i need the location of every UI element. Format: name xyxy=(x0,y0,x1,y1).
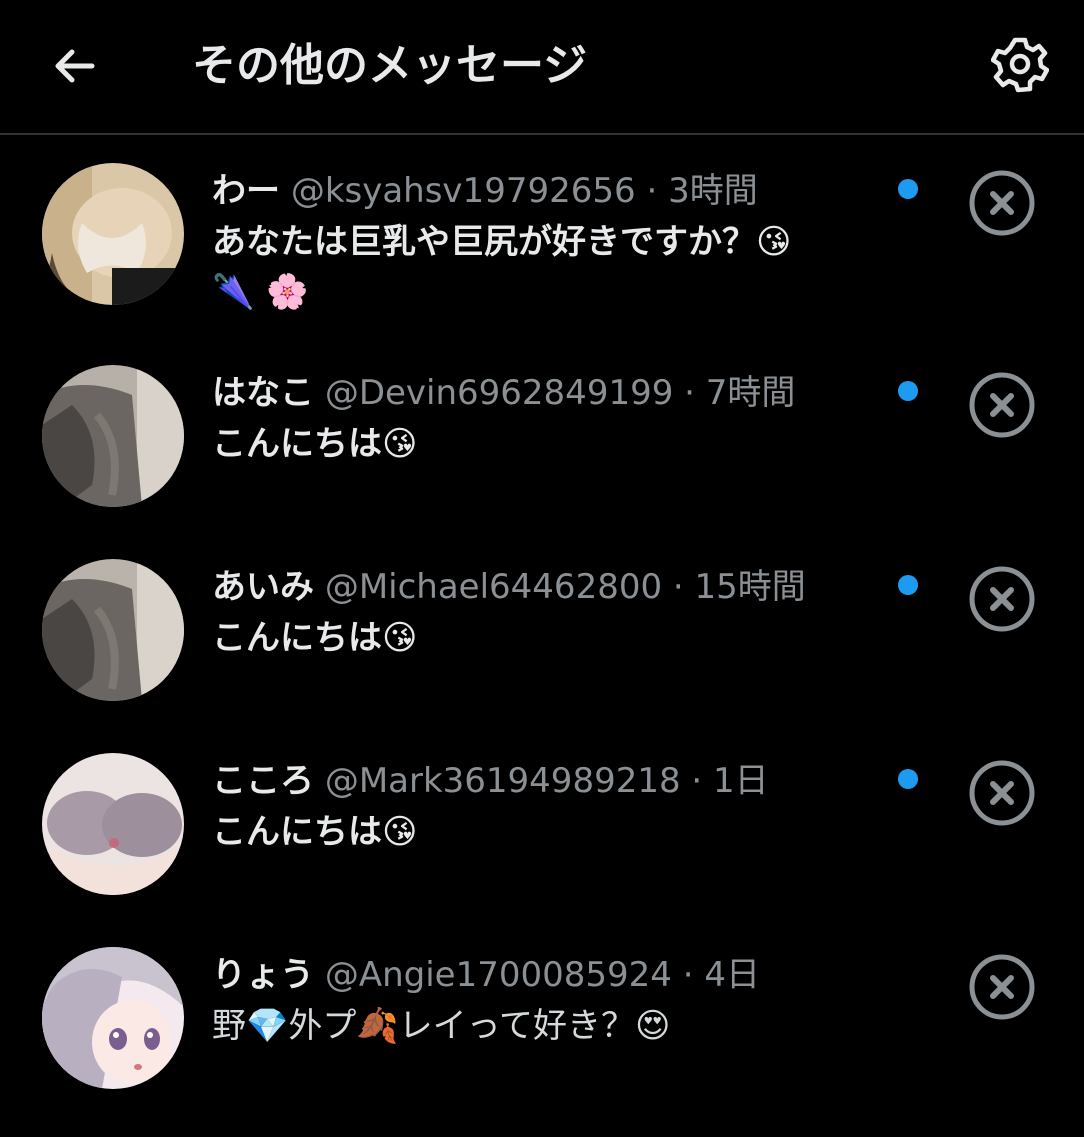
message-meta: りょう @Angie1700085924 · 4日 xyxy=(212,953,760,997)
sender-handle: @Michael64462800 xyxy=(324,567,663,607)
unread-indicator xyxy=(898,179,918,199)
message-line: 🌂 🌸 xyxy=(212,272,309,312)
settings-button[interactable] xyxy=(988,32,1052,96)
sender-handle: @Angie1700085924 xyxy=(324,955,672,995)
timestamp: 4日 xyxy=(704,955,760,995)
avatar[interactable] xyxy=(42,365,184,507)
timestamp: 7時間 xyxy=(705,373,796,413)
avatar[interactable] xyxy=(42,947,184,1089)
list-item[interactable]: はなこ @Devin6962849199 · 7時間 こんにちは😘 xyxy=(0,339,1084,533)
close-circle-icon xyxy=(969,566,1035,632)
avatar[interactable] xyxy=(42,753,184,895)
sender-name: はなこ xyxy=(212,373,314,413)
message-meta: わー @ksyahsv19792656 · 3時間 xyxy=(212,169,758,213)
dismiss-button[interactable] xyxy=(968,565,1036,633)
avatar-image xyxy=(42,365,184,507)
timestamp: 15時間 xyxy=(694,567,806,607)
sender-name: りょう xyxy=(212,955,314,995)
close-circle-icon xyxy=(969,760,1035,826)
dismiss-button[interactable] xyxy=(968,169,1036,237)
close-circle-icon xyxy=(969,372,1035,438)
message-preview: あなたは巨乳や巨尻が好きですか？😘 🌂 🌸 xyxy=(212,217,852,317)
list-item[interactable]: りょう @Angie1700085924 · 4日 野💎外プ🍂レイって好き？😍 xyxy=(0,921,1084,1115)
separator: · xyxy=(646,171,658,211)
message-meta: はなこ @Devin6962849199 · 7時間 xyxy=(212,371,795,415)
avatar-image xyxy=(42,947,184,1089)
message-line: 野💎外プ🍂レイって好き？😍 xyxy=(212,1006,671,1046)
dismiss-button[interactable] xyxy=(968,759,1036,827)
list-item[interactable]: こころ @Mark36194989218 · 1日 こんにちは😘 xyxy=(0,727,1084,921)
timestamp: 1日 xyxy=(713,761,769,801)
list-item[interactable]: あいみ @Michael64462800 · 15時間 こんにちは😘 xyxy=(0,533,1084,727)
message-meta: こころ @Mark36194989218 · 1日 xyxy=(212,759,769,803)
sender-handle: @Devin6962849199 xyxy=(324,373,674,413)
sender-name: あいみ xyxy=(212,567,314,607)
close-circle-icon xyxy=(969,170,1035,236)
gear-icon xyxy=(991,37,1049,93)
message-line: あなたは巨乳や巨尻が好きですか？😘 xyxy=(212,222,792,262)
arrow-left-icon xyxy=(55,49,95,83)
message-preview: こんにちは😘 xyxy=(212,807,852,857)
sender-name: わー xyxy=(212,171,280,211)
avatar-image xyxy=(42,559,184,701)
top-bar: その他のメッセージ xyxy=(0,0,1084,135)
sender-name: こころ xyxy=(212,761,314,801)
unread-indicator xyxy=(898,769,918,789)
page-title: その他のメッセージ xyxy=(192,40,588,91)
message-preview: 野💎外プ🍂レイって好き？😍 xyxy=(212,1001,852,1051)
separator: · xyxy=(684,373,695,413)
message-preview: こんにちは😘 xyxy=(212,613,852,663)
avatar[interactable] xyxy=(42,163,184,305)
separator: · xyxy=(691,761,703,801)
list-item[interactable]: わー @ksyahsv19792656 · 3時間 あなたは巨乳や巨尻が好きです… xyxy=(0,137,1084,331)
close-circle-icon xyxy=(969,954,1035,1020)
dismiss-button[interactable] xyxy=(968,371,1036,439)
unread-indicator xyxy=(898,381,918,401)
back-button[interactable] xyxy=(44,36,104,96)
unread-indicator xyxy=(898,575,918,595)
dismiss-button[interactable] xyxy=(968,953,1036,1021)
separator: · xyxy=(682,955,694,995)
message-preview: こんにちは😘 xyxy=(212,419,852,469)
sender-handle: @Mark36194989218 xyxy=(324,761,681,801)
avatar-image xyxy=(42,753,184,895)
sender-handle: @ksyahsv19792656 xyxy=(290,171,636,211)
avatar-image xyxy=(42,163,184,305)
message-line: こんにちは😘 xyxy=(212,812,418,852)
message-line: こんにちは😘 xyxy=(212,424,418,464)
separator: · xyxy=(672,567,684,607)
timestamp: 3時間 xyxy=(668,171,758,211)
message-line: こんにちは😘 xyxy=(212,618,418,658)
avatar[interactable] xyxy=(42,559,184,701)
message-meta: あいみ @Michael64462800 · 15時間 xyxy=(212,565,806,609)
